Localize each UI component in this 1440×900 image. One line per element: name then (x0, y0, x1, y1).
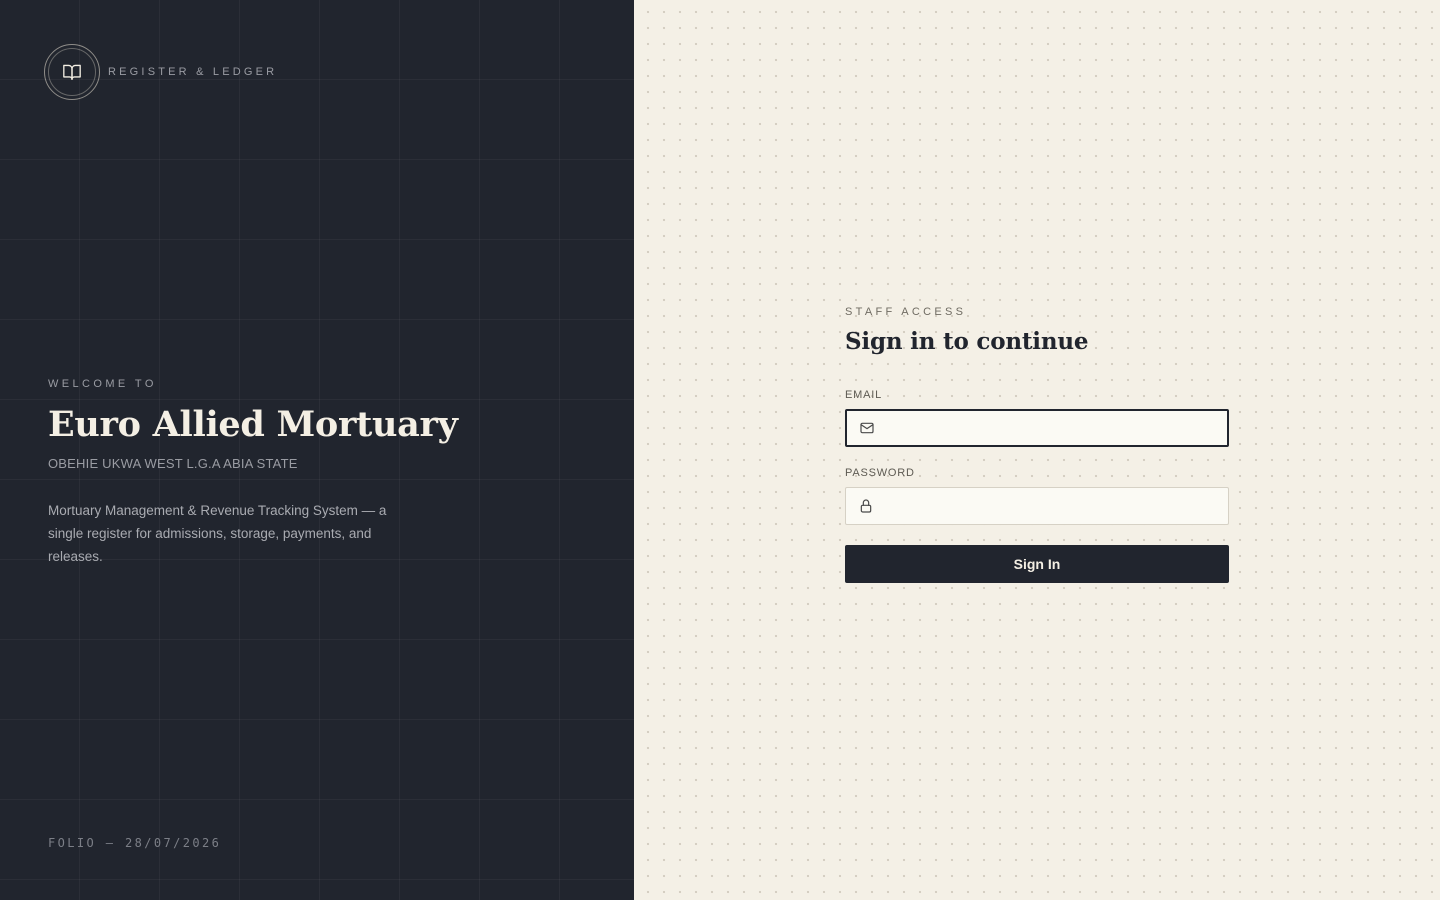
password-field-wrapper (845, 487, 1229, 525)
form-title: Sign in to continue (845, 328, 1089, 355)
staff-access-label: STAFF ACCESS (845, 306, 967, 318)
folio-date: FOLIO — 28/07/2026 (48, 836, 222, 850)
password-input[interactable] (846, 488, 1228, 524)
open-book-icon (63, 64, 81, 81)
organization-title: Euro Allied Mortuary (48, 404, 458, 445)
brand-panel: REGISTER & LEDGER WELCOME TO Euro Allied… (0, 0, 634, 900)
email-field-wrapper (845, 409, 1229, 447)
brand-label: REGISTER & LEDGER (108, 66, 278, 78)
email-input[interactable] (847, 411, 1227, 445)
mail-icon (859, 420, 875, 436)
sign-in-button[interactable]: Sign In (845, 545, 1229, 583)
lock-icon (858, 498, 874, 514)
login-form: STAFF ACCESS Sign in to continue EMAIL P… (845, 306, 1229, 583)
login-panel: STAFF ACCESS Sign in to continue EMAIL P… (634, 0, 1440, 900)
brand-seal (44, 44, 100, 100)
organization-location: OBEHIE UKWA WEST L.G.A ABIA STATE (48, 456, 298, 471)
welcome-label: WELCOME TO (48, 378, 157, 390)
email-label: EMAIL (845, 389, 883, 401)
brand-seal-inner (48, 48, 96, 96)
hero: WELCOME TO Euro Allied Mortuary OBEHIE U… (48, 378, 468, 568)
system-description: Mortuary Management & Revenue Tracking S… (48, 503, 387, 564)
password-label: PASSWORD (845, 467, 915, 479)
brand: REGISTER & LEDGER (44, 44, 277, 100)
